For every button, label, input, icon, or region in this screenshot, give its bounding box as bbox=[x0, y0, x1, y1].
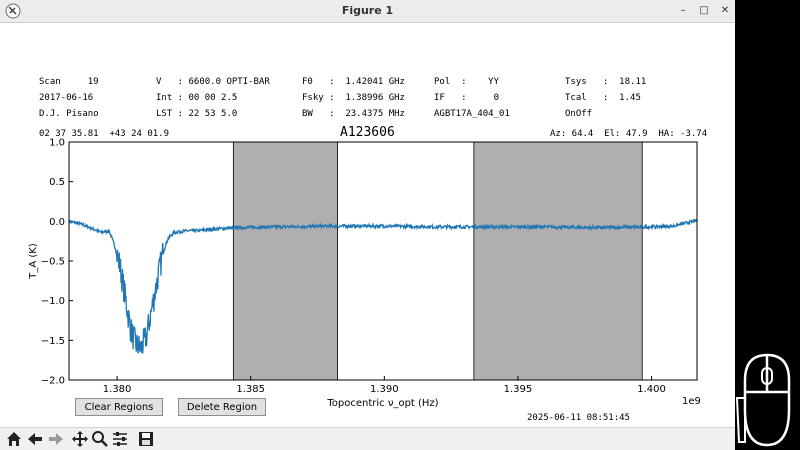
sliders-icon[interactable] bbox=[111, 430, 129, 448]
y-tick-label: −2.0 bbox=[41, 376, 65, 387]
figure-window: Figure 1 – □ ✕ Scan 19 2017-06-16 D.J. P… bbox=[0, 0, 735, 450]
x-tick-label: 1.385 bbox=[236, 384, 265, 395]
y-tick-label: 0.5 bbox=[49, 177, 65, 188]
floppy-disk-icon[interactable] bbox=[137, 430, 155, 448]
x-axis-label: Topocentric ν_opt (Hz) bbox=[326, 398, 438, 409]
y-axis-label: T_A (K) bbox=[28, 243, 39, 280]
y-tick-label: 0.0 bbox=[49, 217, 65, 228]
x-tick-label: 1.395 bbox=[504, 384, 533, 395]
y-tick-label: −1.0 bbox=[41, 296, 65, 307]
navigation-toolbar bbox=[0, 427, 735, 450]
timestamp: 2025-06-11 08:51:45 bbox=[527, 413, 630, 423]
selected-region-2[interactable] bbox=[473, 141, 643, 381]
clear-regions-button[interactable]: Clear Regions bbox=[75, 398, 163, 416]
magnifier-icon[interactable] bbox=[91, 430, 109, 448]
mouse-indicator-icon bbox=[735, 351, 799, 449]
y-tick-label: −1.5 bbox=[41, 336, 65, 347]
x-tick-label: 1.400 bbox=[637, 384, 666, 395]
selected-region-1[interactable] bbox=[232, 141, 338, 381]
arrow-right-icon[interactable] bbox=[47, 430, 65, 448]
spectrum-plot[interactable]: 1.380 1.385 1.390 1.395 1.400 1.0 0.5 0.0 −0.5 −1… bbox=[0, 0, 735, 427]
home-icon[interactable] bbox=[5, 430, 23, 448]
arrow-left-icon[interactable] bbox=[26, 430, 44, 448]
move-icon[interactable] bbox=[71, 430, 89, 448]
x-tick-label: 1.390 bbox=[370, 384, 399, 395]
x-tick-label: 1.380 bbox=[103, 384, 132, 395]
y-tick-label: 1.0 bbox=[49, 138, 65, 149]
x-offset-label: 1e9 bbox=[682, 396, 701, 407]
delete-region-button[interactable]: Delete Region bbox=[178, 398, 266, 416]
y-tick-label: −0.5 bbox=[41, 257, 65, 268]
